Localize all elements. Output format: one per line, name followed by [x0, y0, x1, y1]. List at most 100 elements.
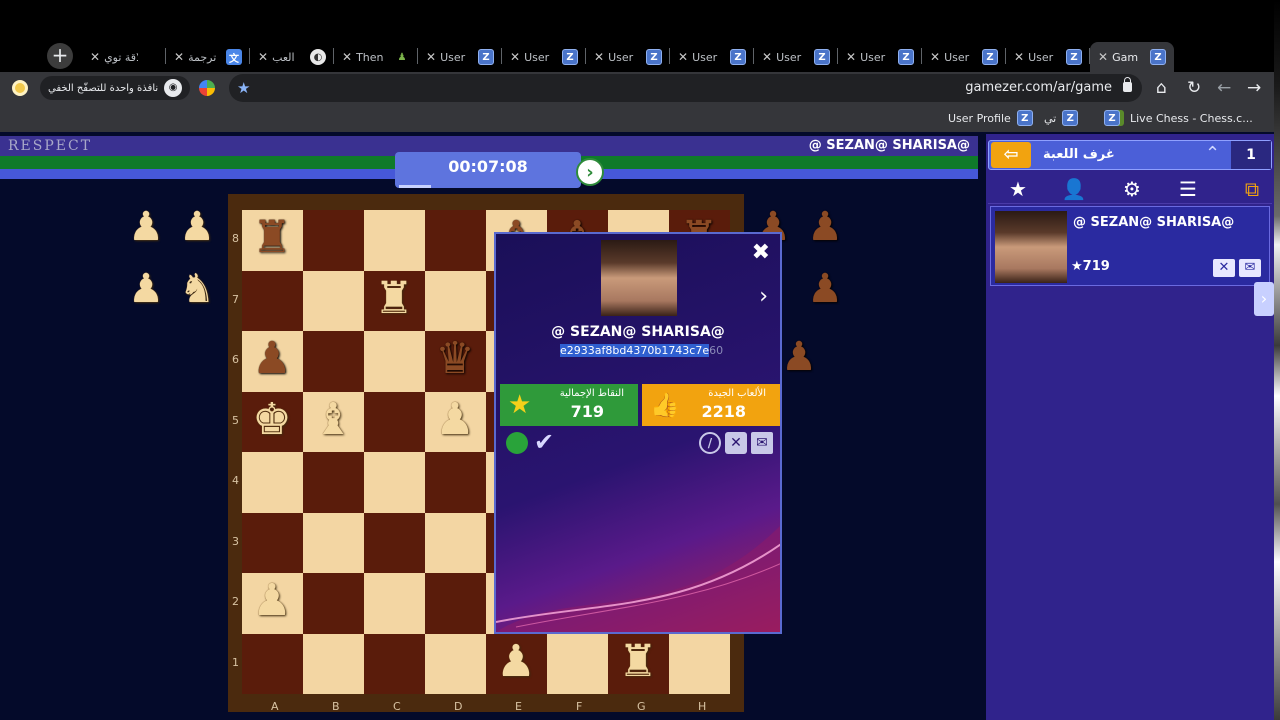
browser-tab[interactable]: ✕ User Z [502, 42, 586, 72]
lock-icon[interactable] [1123, 77, 1132, 92]
home-icon[interactable]: ⌂ [1156, 78, 1167, 98]
bookmark-live-chess[interactable]: ♟ Live Chess - Chess.c... [1108, 110, 1253, 126]
white-chess-piece[interactable]: ♚ [246, 394, 298, 446]
chevron-right-icon[interactable]: › [759, 284, 768, 309]
browser-tab[interactable]: ✕ العب ◐ [250, 42, 334, 72]
board-square[interactable] [303, 633, 364, 694]
close-tab-icon[interactable]: ✕ [1098, 50, 1108, 64]
board-square[interactable] [242, 633, 303, 694]
ignore-icon[interactable]: ✕ [1213, 259, 1235, 277]
board-square[interactable] [364, 210, 425, 271]
opponent-name[interactable]: @ SEZAN@ SHARISA@ [809, 138, 970, 153]
close-tab-icon[interactable]: ✕ [510, 50, 520, 64]
board-square[interactable] [425, 210, 486, 271]
white-chess-piece[interactable]: ♟ [490, 636, 542, 688]
board-square[interactable] [425, 633, 486, 694]
popup-decoration [496, 525, 780, 632]
browser-tab[interactable]: ✕ Gam Z [1090, 42, 1174, 72]
board-square[interactable] [364, 633, 425, 694]
exit-room-icon[interactable]: ⇦ [991, 142, 1031, 168]
board-square[interactable] [242, 452, 303, 513]
google-extension-icon[interactable] [199, 80, 215, 96]
board-square[interactable] [364, 512, 425, 573]
popout-icon[interactable]: ⧉ [1238, 176, 1266, 202]
board-square[interactable] [425, 270, 486, 331]
bookmark-star-icon[interactable]: ★ [237, 79, 250, 97]
block-icon[interactable]: / [699, 432, 721, 454]
close-tab-icon[interactable]: ✕ [762, 50, 772, 64]
board-square[interactable] [547, 633, 608, 694]
bookmark-gamezer[interactable]: Z [1104, 110, 1120, 126]
board-square[interactable] [364, 573, 425, 634]
board-square[interactable] [669, 633, 730, 694]
board-square[interactable] [425, 512, 486, 573]
board-square[interactable] [303, 270, 364, 331]
browser-tab[interactable]: ✕ User Z [586, 42, 670, 72]
next-arrow-button[interactable]: › [576, 158, 604, 186]
browser-tab[interactable]: ✕ Then ♟ [334, 42, 418, 72]
white-chess-piece[interactable]: ♝ [307, 394, 359, 446]
board-square[interactable] [364, 331, 425, 392]
close-tab-icon[interactable]: ✕ [90, 50, 100, 64]
check-icon[interactable]: ✔ [534, 428, 554, 456]
browser-tab[interactable]: ✕ User Z [922, 42, 1006, 72]
reload-icon[interactable]: ↻ [1187, 78, 1201, 98]
expand-panel-icon[interactable]: › [1254, 282, 1274, 316]
white-chess-piece[interactable]: ♜ [612, 636, 664, 688]
board-square[interactable] [425, 573, 486, 634]
player-id[interactable]: e2933af8bd4370b1743c7e60 [560, 344, 723, 357]
address-bar[interactable]: ★ gamezer.com/ar/game [229, 74, 1142, 102]
close-tab-icon[interactable]: ✕ [342, 50, 352, 64]
browser-tab[interactable]: ✕ User Z [838, 42, 922, 72]
browser-tab[interactable]: ✕ User Z [418, 42, 502, 72]
close-tab-icon[interactable]: ✕ [930, 50, 940, 64]
user-icon[interactable]: 👤 [1060, 176, 1088, 202]
new-tab-button[interactable]: + [47, 43, 73, 69]
extension-icon[interactable] [12, 80, 28, 96]
close-tab-icon[interactable]: ✕ [1014, 50, 1024, 64]
board-square[interactable] [242, 512, 303, 573]
board-square[interactable] [364, 391, 425, 452]
mail-icon[interactable]: ✉ [1239, 259, 1261, 277]
back-icon[interactable]: → [1247, 78, 1261, 98]
mail-icon[interactable]: ✉ [751, 432, 773, 454]
board-square[interactable] [242, 270, 303, 331]
black-chess-piece[interactable]: ♛ [429, 333, 481, 385]
incognito-indicator[interactable]: نافذة واحدة للتصفّح الخفي ◉ [40, 76, 191, 100]
close-tab-icon[interactable]: ✕ [258, 50, 268, 64]
chevron-up-icon[interactable]: ⌃ [1205, 143, 1220, 164]
board-square[interactable] [303, 452, 364, 513]
white-chess-piece[interactable]: ♟ [429, 394, 481, 446]
white-chess-piece[interactable]: ♜ [368, 273, 420, 325]
player-name: @ SEZAN@ SHARISA@ [1073, 215, 1235, 230]
close-tab-icon[interactable]: ✕ [594, 50, 604, 64]
bookmark-user-profile[interactable]: User Profile Z [948, 110, 1033, 126]
black-chess-piece[interactable]: ♟ [246, 333, 298, 385]
url-text[interactable]: gamezer.com/ar/game [965, 80, 1112, 95]
player-list-item[interactable]: @ SEZAN@ SHARISA@ ★719 ✕ ✉ [990, 206, 1270, 286]
board-square[interactable] [303, 573, 364, 634]
browser-tab[interactable]: ✕ ترجمة 文 [166, 42, 250, 72]
board-square[interactable] [303, 331, 364, 392]
forward-icon[interactable]: ← [1217, 78, 1231, 98]
close-tab-icon[interactable]: ✕ [846, 50, 856, 64]
close-tab-icon[interactable]: ✕ [678, 50, 688, 64]
white-chess-piece[interactable]: ♟ [246, 575, 298, 627]
close-tab-icon[interactable]: ✕ [426, 50, 436, 64]
board-square[interactable] [364, 452, 425, 513]
gear-icon[interactable]: ⚙ [1118, 176, 1146, 202]
close-icon[interactable]: ✖ [752, 240, 770, 265]
close-tab-icon[interactable]: ✕ [174, 50, 184, 64]
bookmark-ti[interactable]: تي Z [1044, 110, 1079, 126]
favorites-icon[interactable]: ★ [1004, 176, 1032, 202]
list-icon[interactable]: ☰ [1174, 176, 1202, 202]
browser-tab[interactable]: ✕ علاقة توي [82, 42, 166, 72]
ignore-icon[interactable]: ✕ [725, 432, 747, 454]
browser-tab[interactable]: ✕ User Z [754, 42, 838, 72]
browser-tab[interactable]: ✕ User Z [1006, 42, 1090, 72]
board-square[interactable] [303, 512, 364, 573]
board-square[interactable] [303, 210, 364, 271]
browser-tab[interactable]: ✕ User Z [670, 42, 754, 72]
board-square[interactable] [425, 452, 486, 513]
black-chess-piece[interactable]: ♜ [246, 212, 298, 264]
